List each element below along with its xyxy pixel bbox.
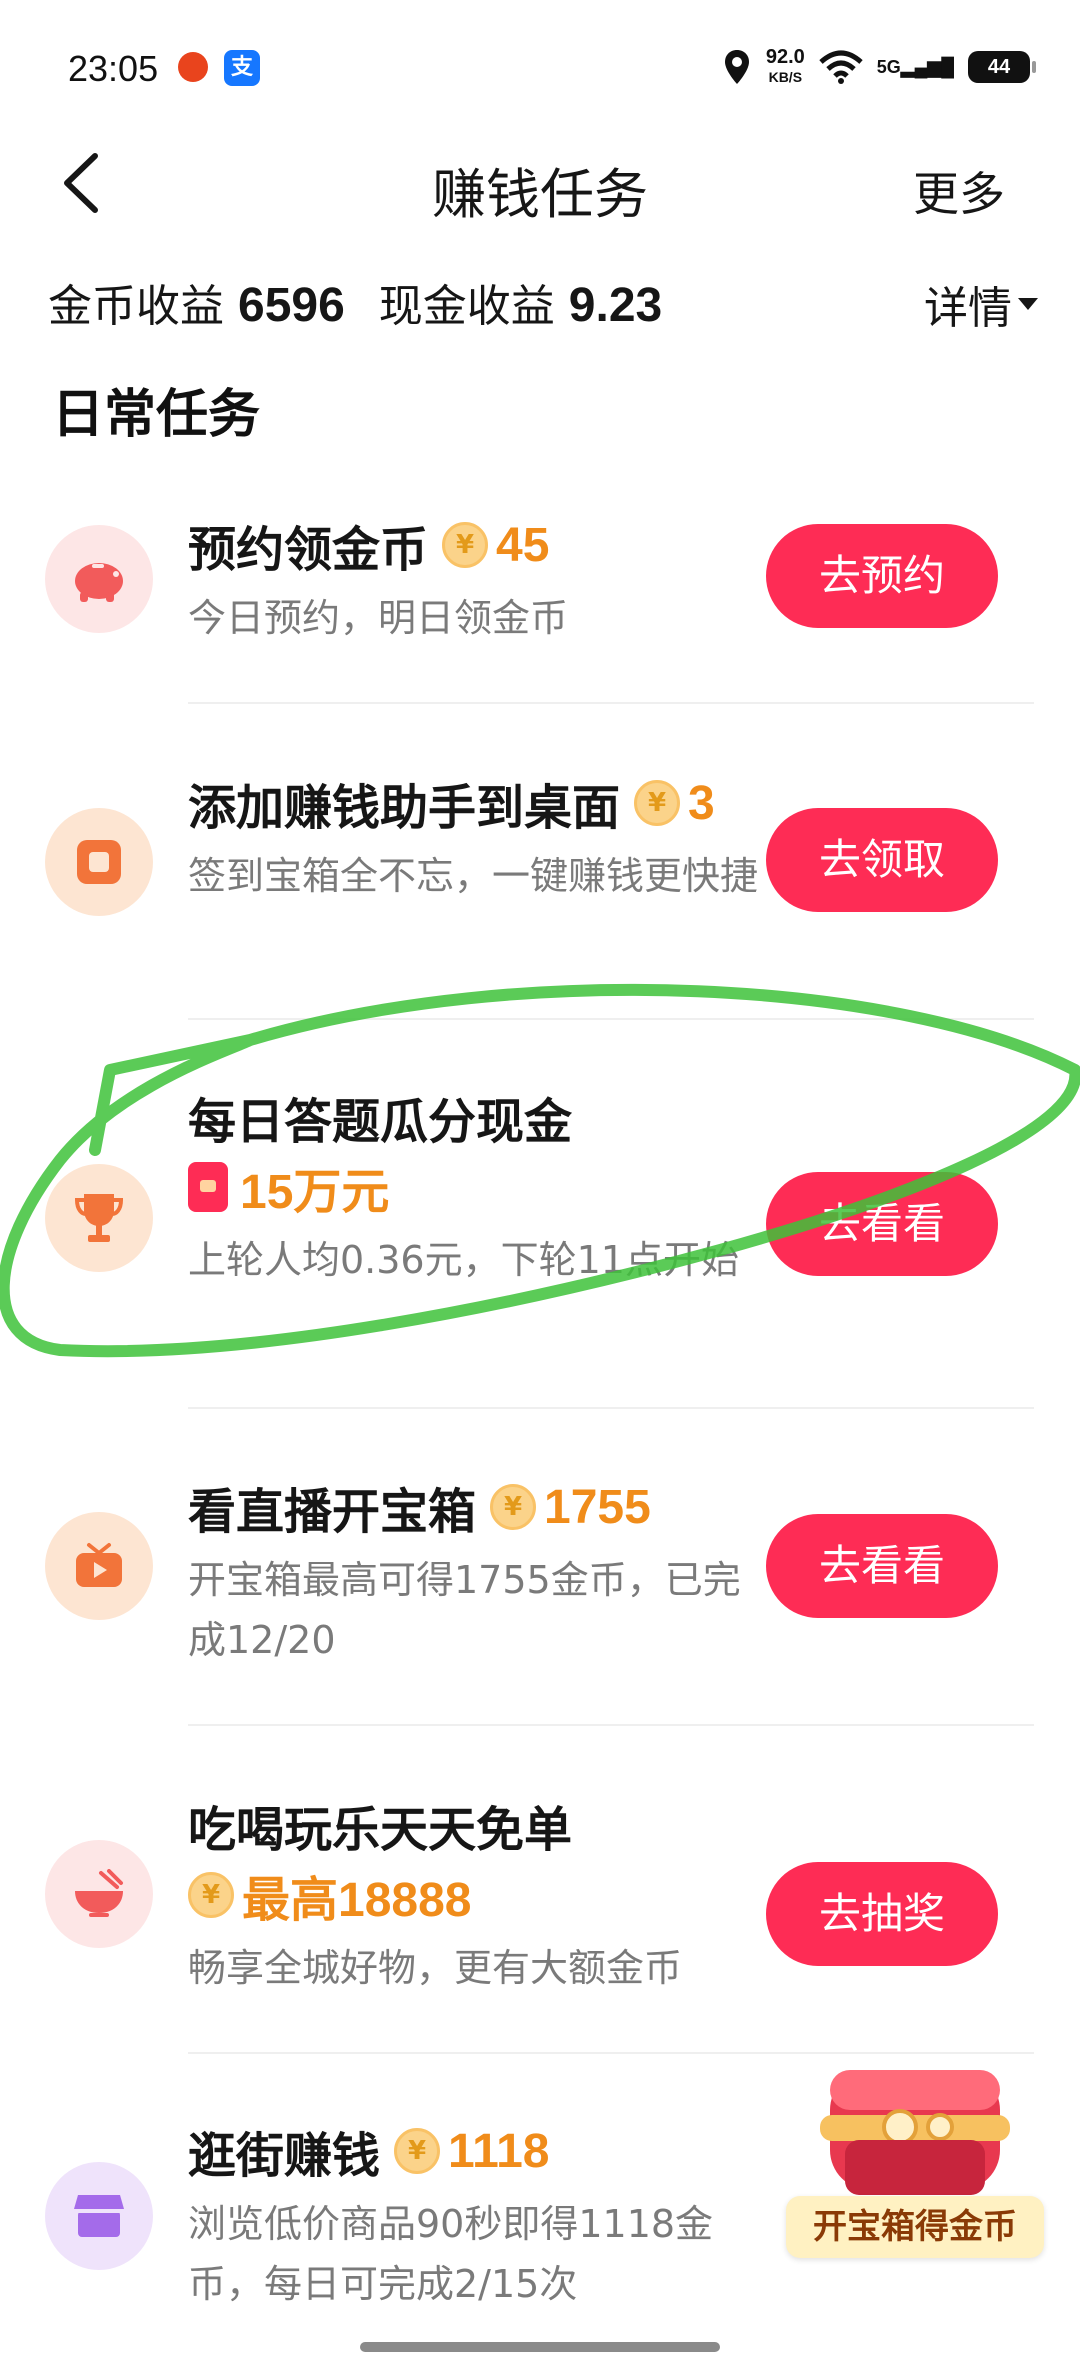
task-reward: 3 — [688, 776, 715, 830]
earnings-summary: 金币收益 6596 现金收益 9.23 — [48, 270, 1038, 340]
location-icon — [724, 50, 749, 84]
open-chest-label[interactable]: 开宝箱得金币 — [786, 2196, 1044, 2258]
task-title: 添加赚钱助手到桌面 ¥ 3 — [188, 776, 715, 837]
claim-button[interactable]: 去领取 — [766, 808, 998, 912]
task-reward: 15万元 — [240, 1166, 390, 1219]
coin-icon: ¥ — [188, 1872, 234, 1918]
tv-icon — [45, 1512, 153, 1620]
network-speed: 92.0 KB/S — [765, 46, 805, 85]
caret-down-icon — [1018, 298, 1038, 310]
alipay-notification-icon: 支 — [224, 50, 260, 86]
coin-icon: ¥ — [490, 1484, 537, 1530]
coin-earnings-value: 6596 — [238, 279, 345, 332]
divider — [188, 1407, 1034, 1409]
task-description: 畅享全城好物，更有大额金币 — [188, 1946, 683, 1990]
task-reward-row: ¥ 最高18888 — [174, 1860, 471, 1930]
lottery-button[interactable]: 去抽奖 — [766, 1862, 998, 1966]
task-description: 浏览低价商品90秒即得1118金币，每日可完成2/15次 — [188, 2202, 714, 2306]
view-button[interactable]: 去看看 — [766, 1172, 998, 1276]
task-title: 逛街赚钱 ¥ 1118 — [188, 2124, 550, 2185]
trophy-icon — [45, 1164, 153, 1272]
task-title: 每日答题瓜分现金 — [188, 1094, 573, 1150]
task-reward: 最高18888 — [242, 1874, 472, 1927]
coin-icon: ¥ — [442, 522, 489, 568]
view-button[interactable]: 去看看 — [766, 1514, 998, 1618]
cash-earnings-value: 9.23 — [568, 279, 663, 332]
task-title: 看直播开宝箱 ¥ 1755 — [188, 1480, 651, 1541]
details-label: 详情 — [924, 283, 1012, 334]
coin-earnings-label: 金币收益 — [48, 281, 224, 332]
cash-earnings-label: 现金收益 — [378, 281, 555, 332]
coin-icon: ¥ — [634, 780, 681, 826]
battery-icon: 44 — [968, 51, 1036, 83]
nav-bar: 赚钱任务 更多 — [0, 140, 1080, 230]
reserve-button[interactable]: 去预约 — [766, 524, 998, 628]
task-description: 上轮人均0.36元，下轮11点开始 — [188, 1238, 739, 1282]
section-title: 日常任务 — [52, 385, 261, 445]
cellular-signal-icon: 5G▂▄▆█ — [876, 56, 954, 77]
divider — [188, 702, 1034, 704]
shop-icon — [45, 2162, 153, 2270]
home-indicator[interactable] — [360, 2342, 720, 2352]
divider — [188, 1724, 1034, 1726]
task-reward: 1755 — [544, 1480, 651, 1534]
task-title: 吃喝玩乐天天免单 — [188, 1802, 573, 1858]
wifi-icon — [819, 50, 863, 84]
piggy-bank-icon — [45, 525, 153, 633]
divider — [188, 1018, 1034, 1020]
status-bar: 23:05 支 92.0 KB/S 5G▂▄▆█ 44 — [0, 0, 1080, 130]
red-envelope-icon — [188, 1162, 228, 1212]
desktop-widget-icon — [45, 808, 153, 916]
bowl-icon — [45, 1840, 153, 1948]
task-description: 签到宝箱全不忘，一键赚钱更快捷 — [188, 854, 759, 898]
clock: 23:05 — [68, 48, 159, 89]
weibo-notification-icon — [178, 52, 208, 82]
task-title: 预约领金币 ¥ 45 — [188, 518, 550, 579]
task-reward: 1118 — [448, 2124, 550, 2178]
coin-icon: ¥ — [394, 2128, 441, 2174]
task-description: 开宝箱最高可得1755金币，已完成12/20 — [188, 1558, 741, 1662]
more-button[interactable]: 更多 — [913, 158, 1005, 224]
task-description: 今日预约，明日领金币 — [188, 596, 569, 640]
task-reward-row: 15万元 — [188, 1152, 389, 1222]
task-reward: 45 — [496, 518, 550, 572]
details-dropdown[interactable]: 详情 — [924, 272, 1038, 336]
